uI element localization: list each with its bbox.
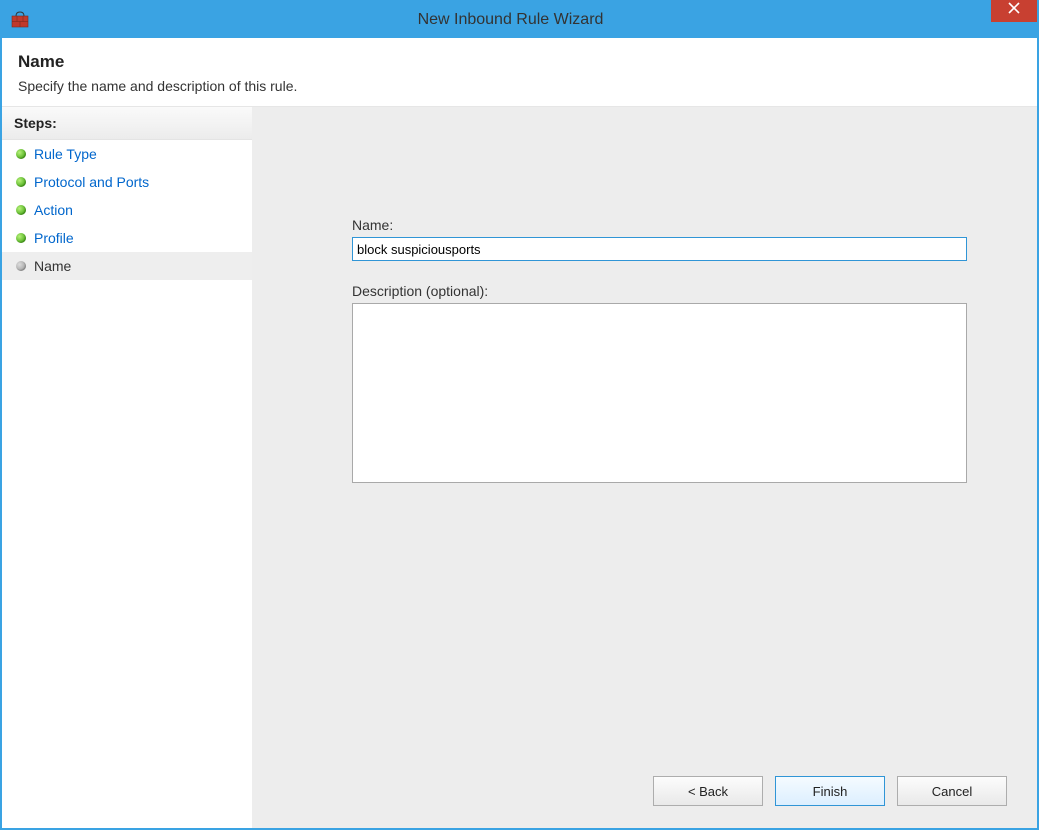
name-label: Name: — [352, 217, 967, 233]
bullet-icon — [16, 205, 26, 215]
step-name[interactable]: Name — [2, 252, 252, 280]
step-label: Protocol and Ports — [34, 174, 149, 190]
step-label: Profile — [34, 230, 74, 246]
close-icon — [1008, 2, 1020, 14]
wizard-window: New Inbound Rule Wizard Name Specify the… — [0, 0, 1039, 830]
steps-list: Rule Type Protocol and Ports Action Prof… — [2, 140, 252, 280]
page-subtitle: Specify the name and description of this… — [18, 78, 1021, 94]
title-bar: New Inbound Rule Wizard — [2, 2, 1037, 38]
step-rule-type[interactable]: Rule Type — [2, 140, 252, 168]
step-label: Name — [34, 258, 71, 274]
step-action[interactable]: Action — [2, 196, 252, 224]
bullet-icon — [16, 233, 26, 243]
step-label: Action — [34, 202, 73, 218]
wizard-main-panel: Name: Description (optional): < Back Fin… — [252, 107, 1037, 828]
finish-button[interactable]: Finish — [775, 776, 885, 806]
step-profile[interactable]: Profile — [2, 224, 252, 252]
step-label: Rule Type — [34, 146, 97, 162]
window-title: New Inbound Rule Wizard — [30, 11, 991, 29]
wizard-body: Steps: Rule Type Protocol and Ports Acti… — [2, 107, 1037, 828]
firewall-icon — [10, 10, 30, 30]
wizard-header: Name Specify the name and description of… — [2, 38, 1037, 107]
steps-sidebar: Steps: Rule Type Protocol and Ports Acti… — [2, 107, 252, 828]
bullet-icon — [16, 261, 26, 271]
bullet-icon — [16, 177, 26, 187]
step-protocol-and-ports[interactable]: Protocol and Ports — [2, 168, 252, 196]
back-button[interactable]: < Back — [653, 776, 763, 806]
name-input[interactable] — [352, 237, 967, 261]
bullet-icon — [16, 149, 26, 159]
page-title: Name — [18, 52, 1021, 72]
description-label: Description (optional): — [352, 283, 967, 299]
description-textarea[interactable] — [352, 303, 967, 483]
form-area: Name: Description (optional): — [352, 217, 967, 486]
close-button[interactable] — [991, 0, 1037, 22]
steps-heading: Steps: — [2, 107, 252, 140]
wizard-button-row: < Back Finish Cancel — [653, 776, 1007, 806]
cancel-button[interactable]: Cancel — [897, 776, 1007, 806]
